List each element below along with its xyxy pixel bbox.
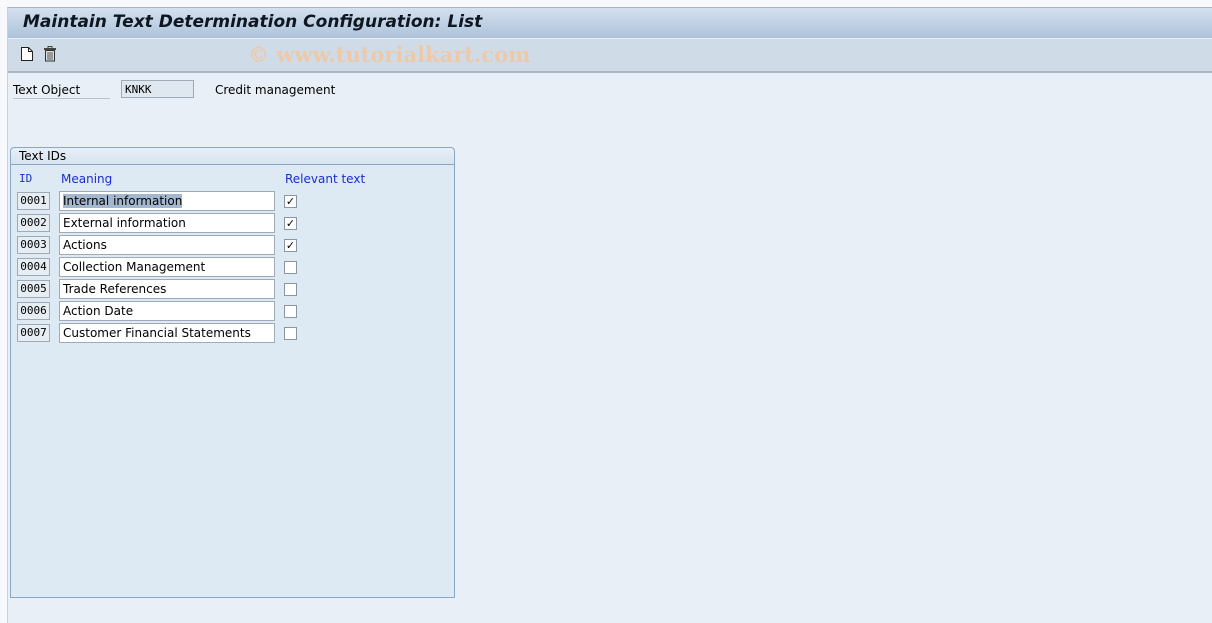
application-toolbar: © www.tutorialkart.com: [8, 39, 1212, 73]
meaning-field[interactable]: Internal information: [59, 191, 275, 211]
text-object-field[interactable]: KNKK: [121, 80, 194, 98]
meaning-text: External information: [63, 216, 186, 230]
column-header-meaning: Meaning: [61, 172, 113, 186]
meaning-field[interactable]: Action Date: [59, 301, 275, 321]
id-field[interactable]: 0001: [17, 192, 50, 210]
id-field[interactable]: 0006: [17, 302, 50, 320]
watermark: © www.tutorialkart.com: [248, 42, 531, 67]
title-bar: Maintain Text Determination Configuratio…: [8, 8, 1212, 39]
relevant-text-checkbox[interactable]: ✓: [284, 239, 297, 252]
id-field[interactable]: 0004: [17, 258, 50, 276]
main-window: Maintain Text Determination Configuratio…: [7, 7, 1212, 623]
meaning-text: Collection Management: [63, 260, 206, 274]
meaning-text: Action Date: [63, 304, 134, 318]
relevant-text-checkbox[interactable]: ✓: [284, 217, 297, 230]
new-document-icon[interactable]: [20, 46, 36, 64]
meaning-field[interactable]: Collection Management: [59, 257, 275, 277]
page-title: Maintain Text Determination Configuratio…: [23, 12, 483, 32]
meaning-text: Actions: [63, 238, 107, 252]
relevant-text-checkbox[interactable]: [284, 283, 297, 296]
text-object-description: Credit management: [215, 83, 336, 97]
id-field[interactable]: 0002: [17, 214, 50, 232]
meaning-field[interactable]: Trade References: [59, 279, 275, 299]
text-object-label: Text Object: [13, 83, 110, 99]
meaning-text: Internal information: [63, 194, 183, 208]
meaning-field[interactable]: External information: [59, 213, 275, 233]
group-title: Text IDs: [11, 148, 454, 165]
meaning-text: Customer Financial Statements: [63, 326, 251, 340]
relevant-text-checkbox[interactable]: ✓: [284, 195, 297, 208]
text-ids-group: Text IDs ID Meaning Relevant text 0001 I…: [10, 147, 455, 598]
trash-icon[interactable]: [43, 46, 59, 64]
relevant-text-checkbox[interactable]: [284, 305, 297, 318]
meaning-field[interactable]: Actions: [59, 235, 275, 255]
relevant-text-checkbox[interactable]: [284, 261, 297, 274]
relevant-text-checkbox[interactable]: [284, 327, 297, 340]
id-field[interactable]: 0005: [17, 280, 50, 298]
id-field[interactable]: 0003: [17, 236, 50, 254]
id-field[interactable]: 0007: [17, 324, 50, 342]
meaning-text: Trade References: [63, 282, 167, 296]
column-header-relevant: Relevant text: [285, 172, 366, 186]
meaning-field[interactable]: Customer Financial Statements: [59, 323, 275, 343]
column-header-id: ID: [19, 172, 33, 185]
